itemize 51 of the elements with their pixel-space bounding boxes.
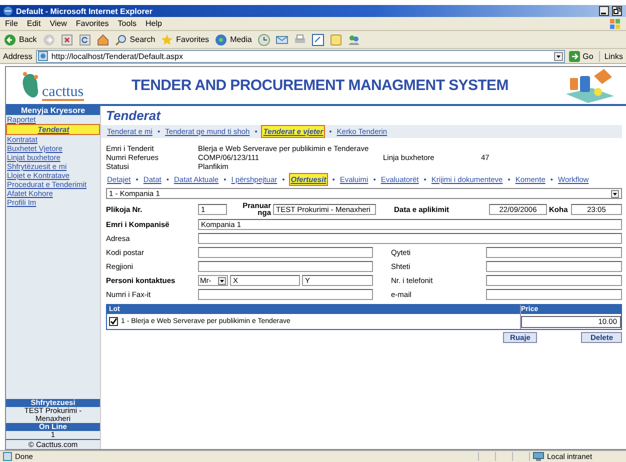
dropdown-arrow-icon[interactable] — [218, 276, 226, 284]
computer-icon — [533, 452, 544, 461]
links-button[interactable]: Links — [604, 52, 623, 60]
logo-text: cacttus — [42, 84, 84, 100]
printer-icon[interactable] — [294, 34, 306, 46]
menu-item[interactable]: Edit — [26, 19, 41, 28]
input-field[interactable] — [198, 247, 373, 258]
windows-logo-icon — [609, 18, 621, 30]
window-title: Default - Microsoft Internet Explorer — [16, 6, 152, 16]
menu-item[interactable]: Favorites — [76, 19, 109, 28]
menu-item[interactable]: View — [50, 19, 67, 28]
toolbar-back-button[interactable]: Back — [4, 34, 37, 46]
toolbar-favorites-button[interactable]: Favorites — [161, 34, 210, 46]
browser-icon — [3, 6, 13, 16]
back-arrow-icon — [4, 34, 16, 46]
system-title: TENDER AND PROCUREMENT MANAGMENT SYSTEM — [130, 77, 510, 94]
menu-item[interactable]: Tools — [118, 19, 136, 28]
input-field[interactable] — [486, 261, 622, 272]
media-icon — [215, 34, 228, 46]
dropdown-arrow-icon[interactable] — [611, 190, 619, 198]
menu-item[interactable]: Help — [145, 19, 162, 28]
toolbar-media-button[interactable]: Media — [215, 34, 252, 46]
envelope-icon[interactable] — [276, 34, 288, 46]
input-field[interactable] — [486, 289, 622, 300]
checkmark-icon — [110, 318, 117, 325]
clock-icon[interactable] — [258, 34, 270, 46]
toolbar-search-button[interactable]: Search — [114, 34, 156, 46]
people-icon[interactable] — [348, 34, 360, 46]
page-edit-icon[interactable] — [312, 34, 324, 46]
address-label: Address — [3, 52, 32, 60]
go-arrow-icon — [568, 50, 580, 62]
stop-icon[interactable] — [60, 34, 73, 46]
input-field[interactable] — [198, 289, 373, 300]
go-button[interactable]: Go — [568, 50, 600, 62]
checkbox[interactable] — [109, 317, 118, 326]
menu-item[interactable]: File — [5, 19, 18, 28]
refresh-icon[interactable] — [78, 34, 91, 46]
page-icon — [38, 51, 48, 61]
page-title: Tenderat — [106, 108, 162, 124]
star-icon — [161, 34, 174, 46]
address-field[interactable]: http://localhost/Tenderat/Default.aspx — [36, 50, 565, 62]
input-field[interactable] — [198, 233, 622, 244]
page-icon — [3, 452, 12, 461]
sidebar-title: Menyja Kryesore — [6, 106, 100, 115]
input-field[interactable] — [198, 261, 373, 272]
house-icon[interactable] — [96, 34, 109, 46]
input-field[interactable] — [486, 275, 622, 286]
restore-icon[interactable] — [612, 6, 622, 16]
minimize-icon[interactable] — [599, 6, 609, 16]
search-icon — [114, 34, 127, 46]
input-field[interactable] — [486, 247, 622, 258]
